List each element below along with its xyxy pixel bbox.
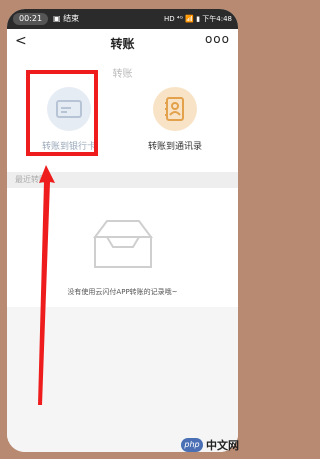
watermark-logo: php — [181, 438, 203, 452]
watermark-text: 中文网 — [206, 439, 239, 452]
site-watermark: php 中文网 — [181, 435, 239, 455]
annotation-arrow-icon — [38, 165, 55, 405]
